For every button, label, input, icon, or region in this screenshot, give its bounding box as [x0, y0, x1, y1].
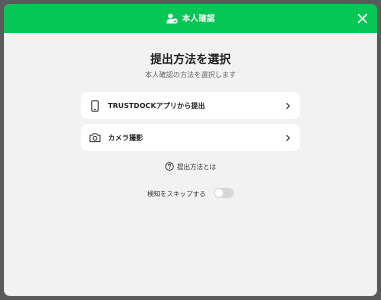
header-title-group: 本人確認 [166, 13, 215, 24]
toggle-knob [214, 189, 223, 197]
close-icon [357, 13, 368, 24]
close-button[interactable] [356, 12, 369, 25]
skip-detection-toggle[interactable] [213, 188, 234, 198]
modal-content: 提出方法を選択 本人確認の方法を選択します TRUSTDOCKアプリから提出 カ… [4, 33, 377, 296]
question-circle-icon [165, 161, 174, 171]
modal-title: 本人確認 [182, 14, 215, 23]
skip-detection-label: 検知をスキップする [147, 190, 206, 198]
chevron-right-icon [283, 101, 293, 111]
camera-icon [88, 131, 102, 145]
option-trustdock-app[interactable]: TRUSTDOCKアプリから提出 [81, 92, 300, 119]
help-link-label: 提出方法とは [177, 163, 216, 171]
identity-verification-modal: 本人確認 提出方法を選択 本人確認の方法を選択します TRUSTDOCKアプリか… [4, 4, 377, 296]
option-label: TRUSTDOCKアプリから提出 [108, 101, 205, 110]
modal-header: 本人確認 [4, 4, 377, 33]
help-link[interactable]: 提出方法とは [4, 161, 377, 171]
smartphone-icon [88, 99, 102, 113]
user-check-icon [166, 13, 178, 24]
page-subtitle: 本人確認の方法を選択します [145, 71, 236, 79]
option-label: カメラ撮影 [108, 133, 143, 142]
chevron-right-icon [283, 133, 293, 143]
page-title: 提出方法を選択 [150, 52, 231, 66]
skip-detection-row: 検知をスキップする [4, 188, 377, 198]
option-camera[interactable]: カメラ撮影 [81, 124, 300, 151]
